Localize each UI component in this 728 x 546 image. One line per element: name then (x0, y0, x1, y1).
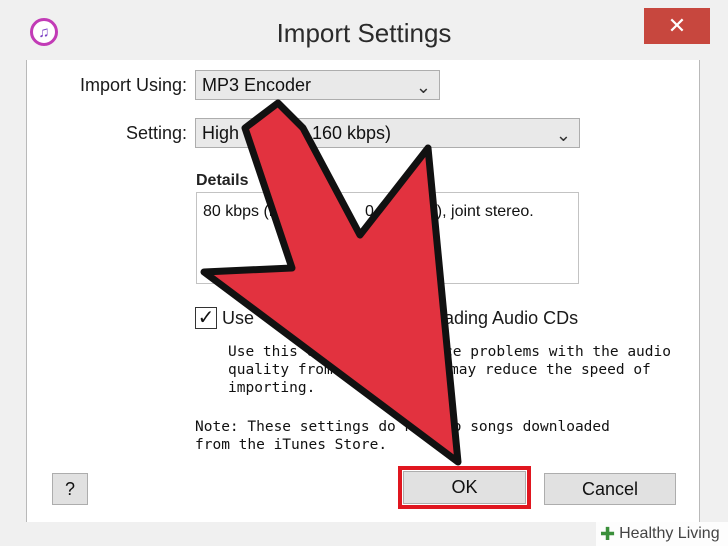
desc-line3: importing. (228, 380, 316, 396)
chevron-down-icon: ⌄ (415, 77, 431, 97)
chevron-down-icon: ⌄ (555, 125, 571, 145)
desc-line2-left: quality from A (228, 362, 351, 378)
desc-line1-left: Use this op (228, 344, 325, 360)
import-using-value: MP3 Encoder (202, 75, 312, 95)
details-text-middle: 0 k (365, 203, 387, 220)
details-text-right: eo), joint stereo. (419, 203, 534, 220)
import-using-select[interactable]: MP3 Encoder ⌄ (195, 70, 440, 100)
setting-label: Setting: (126, 123, 188, 143)
ok-highlight-box (398, 466, 531, 509)
cancel-label: Cancel (581, 478, 639, 499)
healthy-living-watermark: ✚ Healthy Living (596, 522, 728, 546)
error-correction-label-left: Use (222, 308, 255, 328)
close-icon: ✕ (667, 13, 687, 38)
watermark-text: Healthy Living (619, 525, 720, 542)
title-bar: ♫ Import Settings ✕ (0, 0, 728, 62)
checkmark-icon: ✓ (197, 307, 215, 329)
desc-line2-right: may reduce the speed of (450, 362, 651, 378)
note-line1-right: to songs downloaded (444, 419, 610, 435)
setting-value-left: High (202, 123, 240, 143)
error-correction-label-right: ading Audio CDs (444, 308, 579, 328)
close-button[interactable]: ✕ (644, 8, 710, 44)
setting-value-right: 160 kbps) (312, 123, 392, 143)
import-using-label: Import Using: (80, 75, 188, 95)
note-line2: from the iTunes Store. (195, 437, 388, 453)
help-label: ? (64, 478, 75, 499)
note-line1-left: Note: These settings do not (195, 419, 431, 435)
window-border-right (699, 60, 700, 522)
details-text-left: 80 kbps (m (203, 203, 283, 220)
error-correction-checkbox[interactable]: ✓ (195, 307, 217, 329)
help-button[interactable]: ? (52, 473, 88, 505)
setting-select[interactable]: High 160 kbps) ⌄ (195, 118, 580, 148)
window-title: Import Settings (276, 18, 452, 48)
desc-line1-right: ce problems with the audio (444, 344, 671, 360)
cancel-button[interactable]: Cancel (544, 473, 676, 505)
details-box: 80 kbps (m 0 k eo), joint stereo. (196, 192, 579, 284)
import-settings-dialog: ♫ Import Settings ✕ Import Using: MP3 En… (0, 0, 728, 546)
details-heading: Details (196, 172, 249, 189)
medical-cross-icon: ✚ (600, 524, 616, 544)
